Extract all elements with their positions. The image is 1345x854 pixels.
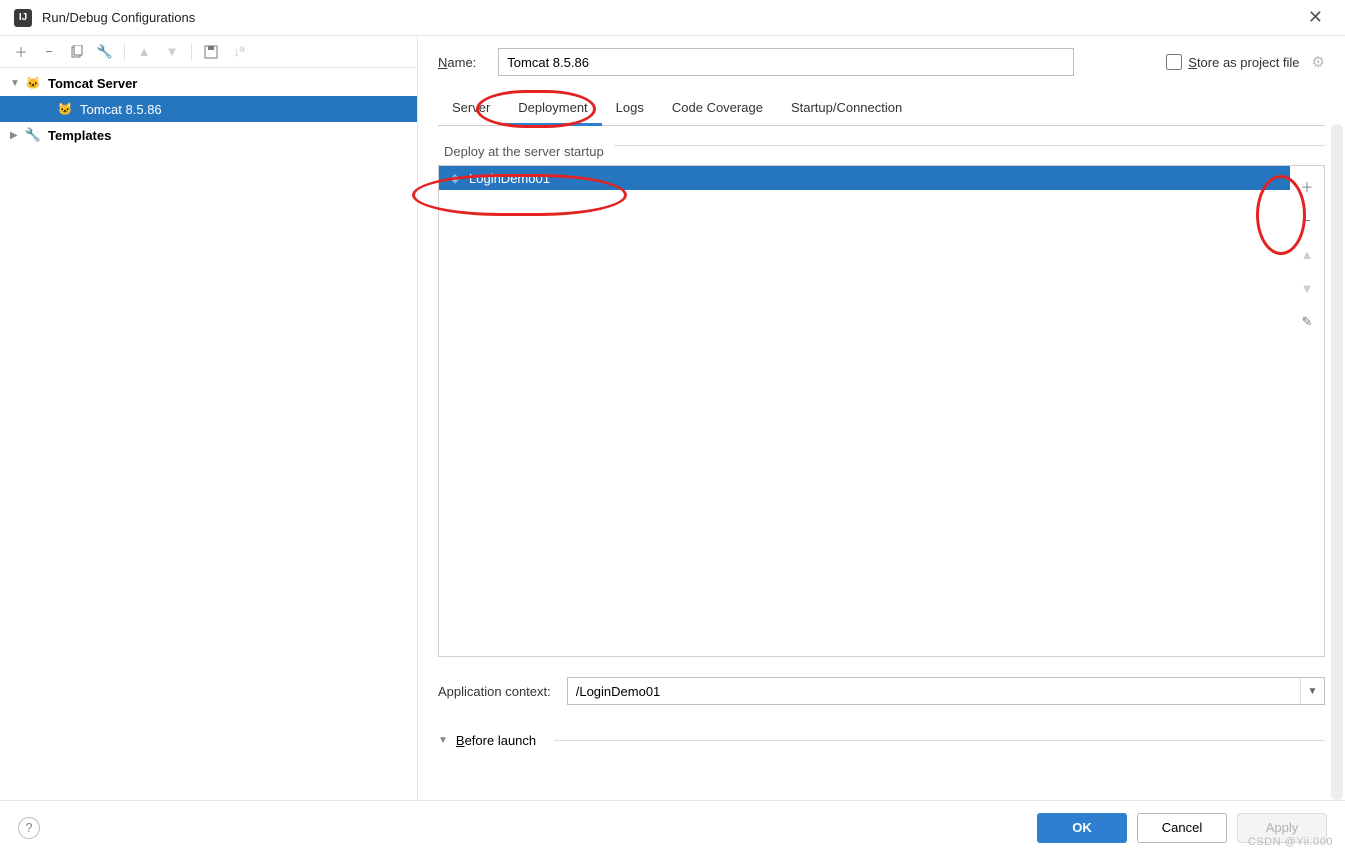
tab-deployment[interactable]: Deployment <box>504 94 601 125</box>
before-launch-label: Before launch <box>456 733 536 748</box>
tab-startup-connection[interactable]: Startup/Connection <box>777 94 916 125</box>
add-config-icon[interactable]: ＋ <box>10 41 32 63</box>
toolbar-separator <box>191 43 192 61</box>
app-context-input[interactable] <box>568 678 1300 704</box>
tree-label: Tomcat Server <box>46 76 137 91</box>
deploy-section-title: Deploy at the server startup <box>444 144 604 159</box>
name-row: Name: Store as project file ⚙ <box>438 44 1325 80</box>
footer: ? OK Cancel Apply <box>0 800 1345 854</box>
tomcat-icon: 🐱 <box>56 101 74 117</box>
tree-label: Templates <box>46 128 111 143</box>
before-launch-section[interactable]: ▼ Before launch <box>438 733 1325 748</box>
left-toolbar: ＋ − 🔧 ▲ ▼ ↓ª <box>0 36 417 68</box>
tab-code-coverage[interactable]: Code Coverage <box>658 94 777 125</box>
app-context-label: Application context: <box>438 684 551 699</box>
sort-icon: ↓ª <box>228 41 250 63</box>
window-title: Run/Debug Configurations <box>42 10 1300 25</box>
store-checkbox[interactable] <box>1166 54 1182 70</box>
store-label: Store as project file <box>1188 55 1299 70</box>
save-config-icon[interactable] <box>200 41 222 63</box>
add-artifact-icon[interactable]: ＋ <box>1295 174 1319 198</box>
deploy-item[interactable]: ◈ LoginDemo01 <box>439 166 1290 190</box>
close-icon[interactable]: ✕ <box>1300 3 1331 32</box>
tabs: Server Deployment Logs Code Coverage Sta… <box>438 94 1325 126</box>
collapse-icon[interactable]: ▼ <box>438 735 448 746</box>
remove-config-icon[interactable]: − <box>38 41 60 63</box>
tree-node-tomcat-instance[interactable]: 🐱 Tomcat 8.5.86 <box>0 96 417 122</box>
ok-button[interactable]: OK <box>1037 813 1127 843</box>
title-bar: IJ Run/Debug Configurations ✕ <box>0 0 1345 36</box>
app-context-combo[interactable]: ▼ <box>567 677 1325 705</box>
tree-node-tomcat-server[interactable]: 🐱 Tomcat Server <box>0 70 417 96</box>
deploy-area: ◈ LoginDemo01 ＋ − ▲ ▼ ✎ <box>438 165 1325 657</box>
config-tree[interactable]: 🐱 Tomcat Server 🐱 Tomcat 8.5.86 🔧 Templa… <box>0 68 417 800</box>
divider <box>614 145 1325 146</box>
remove-artifact-icon[interactable]: − <box>1295 208 1319 232</box>
move-up-icon: ▲ <box>133 41 155 63</box>
watermark: CSDN @Yii.000 <box>1248 836 1333 848</box>
wrench-icon: 🔧 <box>24 127 42 143</box>
help-icon[interactable]: ? <box>18 817 40 839</box>
tab-server[interactable]: Server <box>438 94 504 125</box>
tomcat-icon: 🐱 <box>24 75 42 91</box>
tree-node-templates[interactable]: 🔧 Templates <box>0 122 417 148</box>
move-up-icon: ▲ <box>1295 242 1319 266</box>
expand-icon[interactable] <box>10 130 24 141</box>
toolbar-separator <box>124 43 125 61</box>
deploy-list[interactable]: ◈ LoginDemo01 <box>439 166 1290 656</box>
store-as-project-file[interactable]: Store as project file ⚙ <box>1166 53 1325 71</box>
divider <box>554 740 1325 741</box>
move-down-icon: ▼ <box>161 41 183 63</box>
app-icon: IJ <box>14 9 32 27</box>
copy-config-icon[interactable] <box>66 41 88 63</box>
gear-icon[interactable]: ⚙ <box>1312 53 1325 71</box>
expand-icon[interactable] <box>10 78 24 89</box>
move-down-icon: ▼ <box>1295 276 1319 300</box>
dropdown-icon[interactable]: ▼ <box>1300 678 1324 704</box>
artifact-icon: ◈ <box>447 170 463 186</box>
tree-label: Tomcat 8.5.86 <box>78 102 162 117</box>
deploy-item-label: LoginDemo01 <box>469 171 550 186</box>
deploy-section-header: Deploy at the server startup <box>438 126 1325 165</box>
app-context-row: Application context: ▼ <box>438 677 1325 705</box>
edit-config-icon[interactable]: 🔧 <box>94 41 116 63</box>
left-panel: ＋ − 🔧 ▲ ▼ ↓ª 🐱 Tomcat Server 🐱 Tomcat 8.… <box>0 36 418 800</box>
tab-logs[interactable]: Logs <box>602 94 658 125</box>
scrollbar[interactable] <box>1331 124 1343 800</box>
cancel-button[interactable]: Cancel <box>1137 813 1227 843</box>
deploy-toolbar: ＋ − ▲ ▼ ✎ <box>1290 166 1324 656</box>
name-input[interactable] <box>498 48 1074 76</box>
edit-pencil-icon[interactable]: ✎ <box>1295 310 1319 334</box>
name-label: Name: <box>438 55 476 70</box>
right-panel: Name: Store as project file ⚙ Server Dep… <box>418 36 1345 800</box>
